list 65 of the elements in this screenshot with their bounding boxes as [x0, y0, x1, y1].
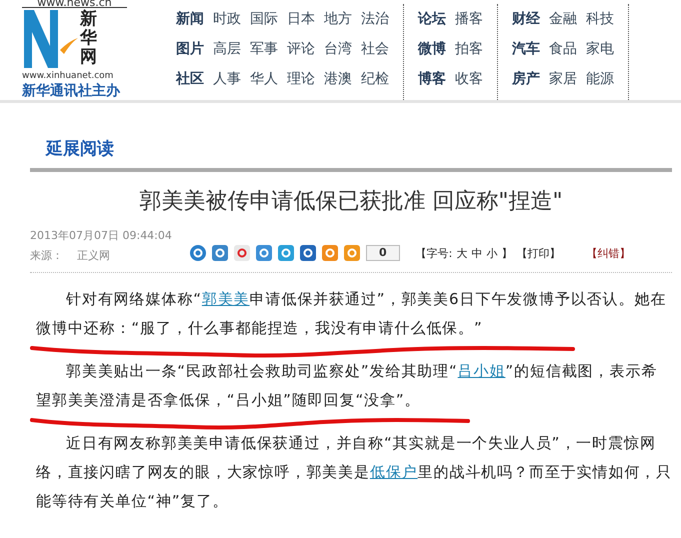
font-size-link[interactable]: 小: [486, 246, 498, 260]
share-icon[interactable]: [256, 245, 272, 261]
nav-link[interactable]: 科技: [586, 10, 614, 28]
bracket-text: 】: [501, 246, 512, 260]
nav-link[interactable]: 汽车: [512, 40, 540, 58]
article-title: 郭美美被传申请低保已获批准 回应称"捏造": [138, 188, 564, 216]
nav-link[interactable]: 播客: [455, 10, 483, 28]
nav-link[interactable]: 人事: [213, 70, 241, 88]
text-link[interactable]: 郭美美: [202, 290, 250, 308]
share-icon[interactable]: [300, 245, 316, 261]
nav-link[interactable]: 社区: [176, 70, 204, 88]
nav-link[interactable]: 家居: [549, 70, 577, 88]
source-label: 来源：: [30, 248, 63, 264]
nav-link[interactable]: 时政: [213, 10, 241, 28]
report-error-link[interactable]: 【纠错】: [586, 246, 630, 260]
nav-link[interactable]: 图片: [176, 40, 204, 58]
source-name: 正义网: [77, 248, 110, 264]
font-size-link[interactable]: 大: [456, 246, 468, 260]
nav-link[interactable]: 博客: [418, 70, 446, 88]
nav-link[interactable]: 台湾: [324, 40, 352, 58]
nav-link[interactable]: 拍客: [455, 40, 483, 58]
nav-link[interactable]: 食品: [549, 40, 577, 58]
news-logo-icon: [22, 10, 78, 68]
print-link[interactable]: 【打印】: [516, 246, 560, 260]
font-size-label: 【字号:: [416, 246, 452, 260]
font-size-link[interactable]: 中: [471, 246, 482, 260]
share-icon[interactable]: [190, 245, 206, 261]
nav-link[interactable]: 收客: [455, 70, 483, 88]
paragraph: 近日有网友称郭美美申请低保获通过，并自称“其实就是一个失业人员”，一时震惊网络，直接闪瞎了网友的眼，大家惊呼，郭美美是低保户里的战斗机吗？而至于实情如何，只能等待有关单位“神”复了。: [35, 433, 672, 512]
nav-link[interactable]: 地方: [324, 10, 352, 28]
share-icon[interactable]: [344, 245, 360, 261]
share-icon[interactable]: [234, 245, 250, 261]
nav-link[interactable]: 高层: [213, 40, 241, 58]
nav-link[interactable]: 港澳: [324, 70, 352, 88]
section-heading: 延展阅读: [30, 103, 672, 172]
nav-link[interactable]: 法治: [361, 10, 389, 28]
share-icon[interactable]: [212, 245, 228, 261]
paragraph: 针对有网络媒体称“郭美美申请低保并获通过”，郭美美6日下午发微博予以否认。她在微博中还称：“服了，什么事都能捏造，我没有申请什么低保。”: [35, 289, 668, 339]
paragraph: 郭美美贴出一条“民政部社会救助司监察处”发给其助理“吕小姐”的短信截图，表示希望郭美美澄清是否拿低保，“吕小姐”随即回复“没拿”。: [35, 361, 658, 411]
nav-link[interactable]: 华人: [250, 70, 278, 88]
share-count: 0: [366, 245, 400, 261]
share-icon[interactable]: [322, 245, 338, 261]
nav-link[interactable]: 论坛: [418, 10, 446, 28]
logo-tagline: 新华通讯社主办: [22, 82, 122, 100]
nav-link[interactable]: 新闻: [176, 10, 204, 28]
nav-link[interactable]: 微博: [418, 40, 446, 58]
text-link[interactable]: 吕小姐: [458, 362, 506, 380]
nav-link[interactable]: 社会: [361, 40, 389, 58]
nav-link[interactable]: 金融: [549, 10, 577, 28]
nav-link[interactable]: 评论: [287, 40, 315, 58]
nav-link[interactable]: 房产: [512, 70, 540, 88]
nav-link[interactable]: 军事: [250, 40, 278, 58]
nav-link[interactable]: 家电: [586, 40, 614, 58]
publish-date: 2013年07月07日 09:44:04: [30, 228, 173, 244]
nav-link[interactable]: 纪检: [361, 70, 389, 88]
share-icon[interactable]: [278, 245, 294, 261]
nav-link[interactable]: 理论: [287, 70, 315, 88]
logo-url: www.xinhuanet.com: [22, 70, 114, 82]
nav-link[interactable]: 能源: [586, 70, 614, 88]
logo-wordmark: 新华网: [80, 10, 97, 67]
nav-link[interactable]: 国际: [250, 10, 278, 28]
nav-link[interactable]: 日本: [287, 10, 315, 28]
logo-url: www.news.cn: [22, 0, 127, 8]
text-link[interactable]: 低保户: [370, 463, 418, 481]
nav-link[interactable]: 财经: [512, 10, 540, 28]
